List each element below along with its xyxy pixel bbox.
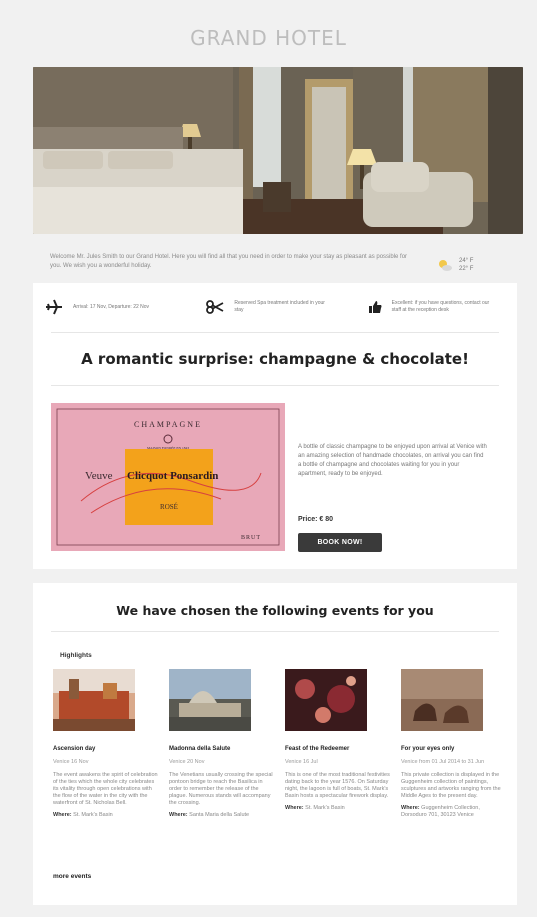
label-top-text: CHAMPAGNE [134,420,202,429]
divider [51,332,499,333]
event-date: Venice 16 Jul [285,759,318,765]
event-card[interactable]: Ascension day Venice 16 Nov The event aw… [53,669,159,819]
event-where-value: St. Mark's Basin [305,805,345,811]
event-where-label: Where: [285,805,304,811]
event-where: Where: Santa Maria della Salute [169,812,275,819]
label-variety: ROSÉ [160,503,178,511]
info-arrival-text: Arrival: 17 Nov, Departure: 22 Nov [73,303,150,310]
temperature-high: 24° F [459,258,474,264]
weather-widget: 24° F 22° F [437,255,497,275]
event-title: For your eyes only [401,746,455,752]
event-description: The Venetians usually crossing the speci… [169,772,273,806]
event-where: Where: Guggenheim Collection, Dorsoduro … [401,805,507,819]
welcome-message: Welcome Mr. Jules Smith to our Grand Hot… [50,254,408,269]
info-spa-text: Reserved Spa treatment included in your … [234,300,325,313]
event-card[interactable]: For your eyes only Venice from 01 Jul 20… [401,669,507,819]
label-footer: BRUT [241,535,261,541]
offer-price: Price: € 80 [298,516,334,523]
event-description: This is one of the most traditional fest… [285,772,390,799]
events-title: We have chosen the following events for … [116,603,434,618]
event-where: Where: St. Mark's Basin [53,812,159,819]
info-feedback: Excellent: if you have questions, contac… [356,289,517,325]
scissors-icon [206,300,224,314]
event-where: Where: St. Mark's Basin [285,805,391,812]
event-title: Madonna della Salute [169,746,231,752]
event-photo [401,669,483,731]
event-description: This private collection is displayed in … [401,772,501,799]
header: GRAND HOTEL [16,12,521,64]
info-feedback-text: Excellent: if you have questions, contac… [391,300,490,313]
event-where-label: Where: [401,805,420,811]
hotel-brand-title: GRAND HOTEL [190,26,347,50]
offer-description: A bottle of classic champagne to be enjo… [298,444,487,477]
event-description: The event awakens the spirit of celebrat… [53,772,158,806]
info-arrival: Arrival: 17 Nov, Departure: 22 Nov [33,289,194,325]
event-date: Venice from 01 Jul 2014 to 31 Jun [401,759,485,765]
label-brand-left: Veuve [85,470,113,482]
info-spa: Reserved Spa treatment included in your … [194,289,355,325]
airplane-icon [46,299,62,315]
offer-title: A romantic surprise: champagne & chocola… [81,350,469,368]
book-now-button[interactable]: BOOK NOW! [298,533,382,552]
events-grid: Ascension day Venice 16 Nov The event aw… [53,669,509,869]
event-card[interactable]: Feast of the Redeemer Venice 16 Jul This… [285,669,391,812]
label-brand-right: Clicquot Ponsardin [127,470,218,482]
event-where-value: Santa Maria della Salute [189,812,250,818]
event-photo [285,669,367,731]
event-date: Venice 20 Nov [169,759,205,765]
divider [51,385,499,386]
divider [51,631,499,632]
event-where-label: Where: [53,812,72,818]
events-card: We have chosen the following events for … [33,583,517,905]
offer-card: Arrival: 17 Nov, Departure: 22 Nov Reser… [33,283,517,569]
event-photo [169,669,251,731]
event-where-label: Where: [169,812,188,818]
thumbs-up-icon [368,301,382,313]
champagne-label-image: CHAMPAGNE MAISON FONDÉE EN 1843 Veuve Cl… [51,403,285,551]
event-date: Venice 16 Nov [53,759,89,765]
event-card[interactable]: Madonna della Salute Venice 20 Nov The V… [169,669,275,819]
email-page: GRAND HOTEL Welcome Mr. Jules Smith to o… [0,0,537,917]
temperature-low: 22° F [459,266,474,272]
hero-room-photo [33,67,523,234]
stay-info-bar: Arrival: 17 Nov, Departure: 22 Nov Reser… [33,289,517,325]
event-title: Ascension day [53,746,96,752]
event-title: Feast of the Redeemer [285,746,350,752]
more-events-link[interactable]: more events [53,873,91,880]
event-where-value: St. Mark's Basin [73,812,113,818]
label-small-text: MAISON FONDÉE EN 1843 [147,445,189,450]
sun-cloud-icon [439,260,452,271]
highlights-heading: Highlights [60,652,92,659]
event-photo [53,669,135,731]
